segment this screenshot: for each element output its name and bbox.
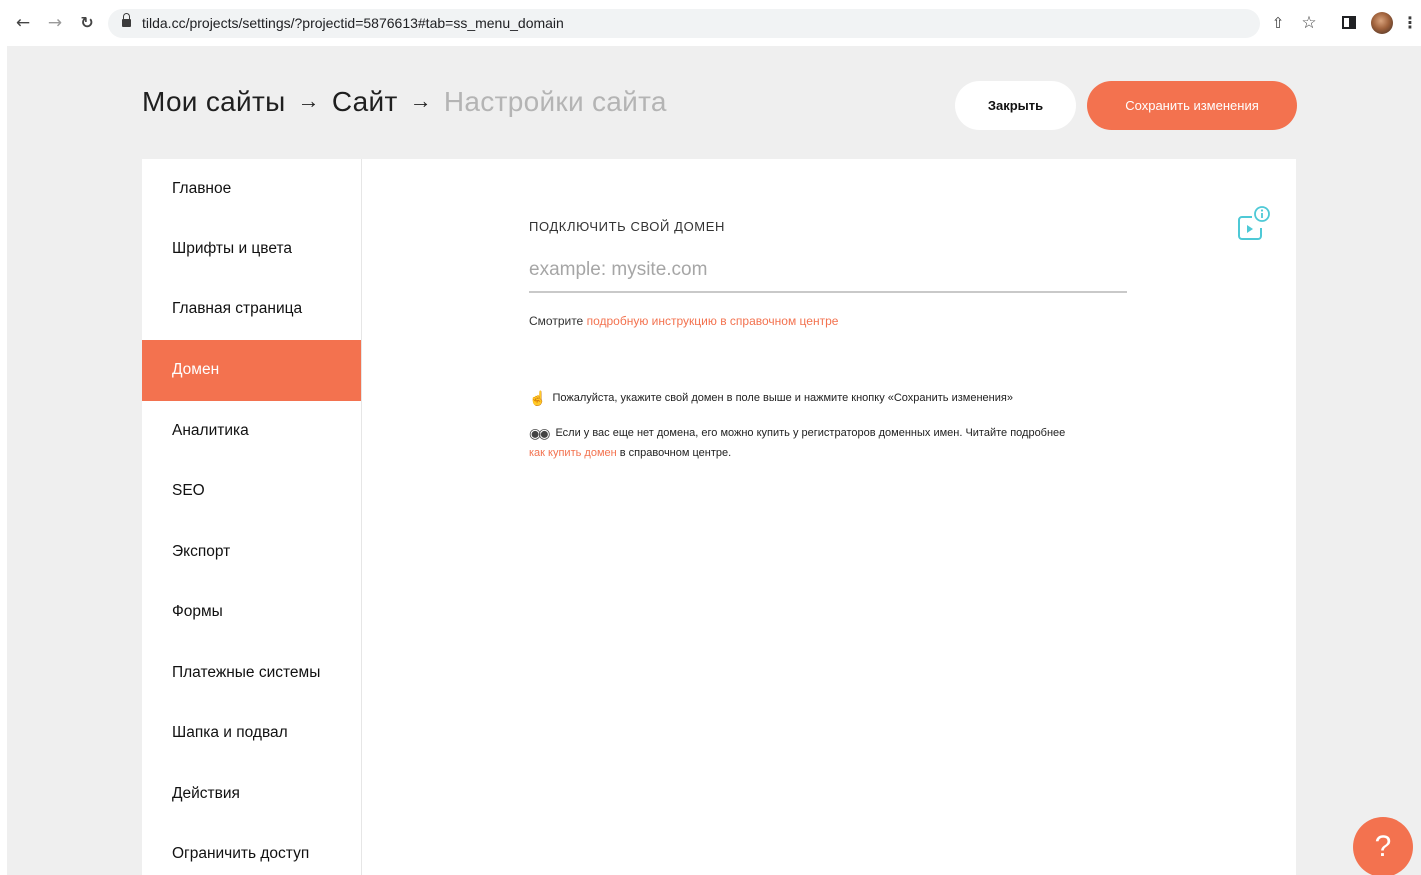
sidebar-item-header-footer[interactable]: Шапка и подвал [142, 703, 361, 763]
breadcrumb-arrow-icon: → [297, 88, 320, 113]
sidebar-item-seo[interactable]: SEO [142, 461, 361, 521]
instruction-link[interactable]: подробную инструкцию в справочном центре [587, 314, 839, 328]
pointing-hand-icon: ☝ [529, 390, 547, 406]
url-text[interactable]: tilda.cc/projects/settings/?projectid=58… [142, 15, 564, 31]
breadcrumb-my-sites[interactable]: Мои сайты [142, 86, 286, 117]
settings-panel: Главное Шрифты и цвета Главная страница … [142, 159, 1296, 875]
sidebar-item-home-page[interactable]: Главная страница [142, 279, 361, 339]
help-hint: Смотрите подробную инструкцию в справочн… [529, 314, 838, 328]
settings-sidebar: Главное Шрифты и цвета Главная страница … [142, 159, 362, 875]
section-title: ПОДКЛЮЧИТЬ СВОЙ ДОМЕН [529, 219, 725, 234]
lock-icon[interactable] [122, 13, 131, 28]
sidebar-item-domain[interactable]: Домен [142, 340, 361, 401]
side-panel-icon[interactable] [1340, 12, 1358, 34]
note-buy-domain-suffix: в справочном центре. [619, 447, 732, 459]
hint-prefix: Смотрите [529, 314, 584, 328]
address-bar[interactable]: tilda.cc/projects/settings/?projectid=58… [108, 9, 1260, 38]
share-icon[interactable]: ⇧ [1268, 12, 1288, 34]
video-info-icon[interactable] [1232, 205, 1272, 241]
sidebar-item-actions[interactable]: Действия [142, 764, 361, 824]
breadcrumb: Мои сайты → Сайт → Настройки сайта [142, 84, 667, 124]
sidebar-item-main[interactable]: Главное [142, 159, 361, 219]
save-changes-button[interactable]: Сохранить изменения [1087, 81, 1297, 130]
domain-input[interactable] [529, 248, 1127, 293]
note-buy-domain-text: Если у вас еще нет домена, его можно куп… [555, 427, 1066, 439]
menu-dots-icon[interactable]: ⋮ [1402, 12, 1418, 34]
buy-domain-link[interactable]: как купить домен [529, 447, 617, 459]
note-enter-domain: ☝ Пожалуйста, укажите свой домен в поле в… [529, 388, 1129, 408]
settings-page: Мои сайты → Сайт → Настройки сайта Закрыть С… [7, 46, 1421, 875]
profile-avatar[interactable] [1371, 12, 1393, 34]
reload-icon[interactable]: ↻ [76, 12, 98, 34]
breadcrumb-site[interactable]: Сайт [332, 86, 398, 117]
domain-settings-content: ПОДКЛЮЧИТЬ СВОЙ ДОМЕН Смотрите подробную… [362, 159, 1296, 875]
sidebar-item-payment-systems[interactable]: Платежные системы [142, 643, 361, 703]
eyes-icon: ◉◉ [529, 425, 551, 441]
back-arrow-icon[interactable]: ← [12, 12, 34, 34]
note-buy-domain: ◉◉ Если у вас еще нет домена, его можно к… [529, 423, 1129, 463]
help-button[interactable]: ? [1353, 817, 1413, 875]
sidebar-item-forms[interactable]: Формы [142, 582, 361, 642]
star-icon[interactable]: ☆ [1298, 12, 1320, 34]
sidebar-item-export[interactable]: Экспорт [142, 522, 361, 582]
breadcrumb-current: Настройки сайта [443, 86, 667, 117]
browser-toolbar: ← → ↻ tilda.cc/projects/settings/?projec… [0, 0, 1421, 46]
sidebar-item-fonts-colors[interactable]: Шрифты и цвета [142, 219, 361, 279]
close-button[interactable]: Закрыть [955, 81, 1076, 130]
forward-arrow-icon[interactable]: → [44, 12, 66, 34]
note-enter-domain-text: Пожалуйста, укажите свой домен в поле вы… [552, 392, 1013, 404]
breadcrumb-arrow-icon: → [409, 88, 432, 113]
sidebar-item-restrict-access[interactable]: Ограничить доступ [142, 824, 361, 875]
sidebar-item-analytics[interactable]: Аналитика [142, 401, 361, 461]
